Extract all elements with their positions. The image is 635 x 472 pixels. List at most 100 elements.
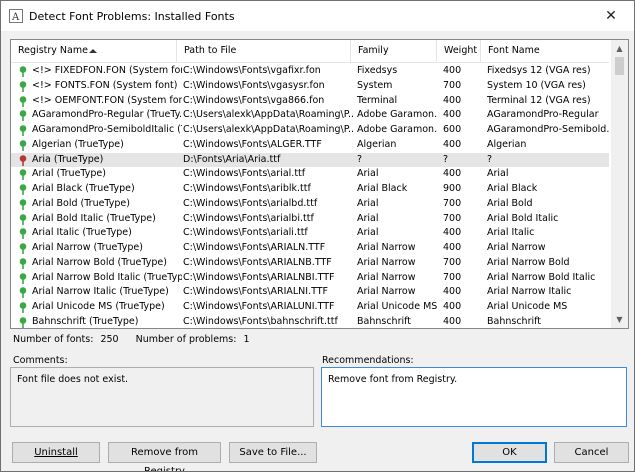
cancel-button[interactable]: Cancel: [554, 442, 629, 463]
scroll-thumb[interactable]: [615, 57, 624, 75]
font-name-cell: Bahnschrift: [487, 315, 542, 327]
button-label: Cancel: [574, 447, 609, 458]
registry-name-cell: <!> OEMFONT.FON (System font): [32, 94, 182, 106]
column-label: Path to File: [184, 45, 237, 56]
registry-name-cell: Arial Narrow Italic (TrueType): [32, 286, 169, 298]
scroll-down-icon[interactable]: ▼: [611, 311, 628, 328]
column-weight[interactable]: Weight: [437, 40, 481, 62]
family-cell: Arial: [357, 227, 379, 239]
weight-cell: ?: [443, 153, 449, 165]
ok-status-icon: [19, 184, 27, 195]
table-row[interactable]: <!> FONTS.FON (System font) C:\Windows\Fo…: [11, 79, 609, 94]
comments-box[interactable]: Font file does not exist.: [10, 367, 314, 427]
ok-status-icon: [19, 80, 27, 92]
remove-from-registry-button[interactable]: Remove from Registry: [108, 442, 221, 471]
ok-status-icon: [19, 125, 27, 136]
table-row[interactable]: Arial Bold Italic (TrueType) C:\Windows\F…: [11, 212, 609, 227]
table-row[interactable]: Arial Bold (TrueType) C:\Windows\Fonts\ar…: [11, 197, 609, 212]
weight-cell: 600: [443, 124, 462, 135]
family-cell: Fixedsys: [357, 65, 398, 76]
column-label: Registry Name: [18, 45, 88, 56]
path-cell: C:\Windows\Fonts\ARIALNBI.TTF: [183, 271, 335, 283]
weight-cell: 400: [443, 227, 462, 239]
close-icon[interactable]: ✕: [588, 1, 634, 31]
path-cell: C:\Windows\Fonts\vgasysr.fon: [183, 79, 325, 91]
button-label: OK: [502, 447, 517, 458]
column-registry-name[interactable]: Registry Name: [11, 40, 177, 62]
table-row[interactable]: Bahnschrift (TrueType) C:\Windows\Fonts\b…: [11, 315, 609, 328]
registry-name-cell: Arial Unicode MS (TrueType): [32, 301, 165, 312]
ok-status-icon: [19, 243, 27, 254]
path-cell: C:\Windows\Fonts\ALGER.TTF: [183, 138, 322, 150]
path-cell: C:\Windows\Fonts\vga866.fon: [183, 94, 325, 106]
column-path-to-file[interactable]: Path to File: [177, 40, 351, 62]
path-cell: C:\Windows\Fonts\bahnschrift.ttf: [183, 315, 338, 327]
path-cell: C:\Windows\Fonts\ARIALN.TTF: [183, 242, 326, 253]
font-name-cell: Arial Narrow: [487, 242, 546, 253]
table-row[interactable]: Arial Narrow (TrueType) C:\Windows\Fonts\…: [11, 241, 609, 256]
ok-status-icon: [19, 272, 27, 284]
font-name-cell: Arial: [487, 168, 509, 180]
scroll-up-icon[interactable]: ▲: [611, 40, 628, 57]
table-row[interactable]: Arial Italic (TrueType) C:\Windows\Fonts\…: [11, 226, 609, 241]
vertical-scrollbar[interactable]: ▲ ▼: [611, 40, 628, 328]
family-cell: Arial Narrow: [357, 256, 416, 268]
table-row[interactable]: Aria (TrueType) D:\Fonts\Aria\Aria.ttf???: [11, 152, 609, 168]
table-row[interactable]: Arial Narrow Bold Italic (TrueType) C:\Wi…: [11, 271, 609, 286]
family-cell: Arial Unicode MS: [357, 301, 437, 312]
ok-button[interactable]: OK: [472, 442, 547, 463]
window-title: Detect Font Problems: Installed Fonts: [29, 10, 235, 23]
weight-cell: 400: [443, 138, 462, 150]
font-name-cell: AGaramondPro-Semibold...: [487, 124, 609, 135]
path-cell: C:\Windows\Fonts\ARIALNI.TTF: [183, 286, 329, 298]
table-row[interactable]: Arial Unicode MS (TrueType) C:\Windows\Fo…: [11, 300, 609, 315]
registry-name-cell: AGaramondPro-SemiboldItalic (Tr...: [32, 124, 182, 135]
uninstall-button[interactable]: Uninstall: [12, 442, 100, 463]
family-cell: System: [357, 79, 393, 91]
font-name-cell: Arial Black: [487, 183, 538, 194]
registry-name-cell: <!> FONTS.FON (System font): [32, 79, 178, 91]
ok-status-icon: [19, 316, 27, 328]
table-row[interactable]: Arial Narrow Italic (TrueType) C:\Windows…: [11, 285, 609, 300]
registry-name-cell: Arial Bold Italic (TrueType): [32, 212, 156, 224]
table-row[interactable]: AGaramondPro-SemiboldItalic (Tr... C:\Use…: [11, 123, 609, 138]
weight-cell: 900: [443, 183, 462, 194]
table-row[interactable]: <!> OEMFONT.FON (System font) C:\Windows\…: [11, 94, 609, 109]
list-rows: <!> FIXEDFON.FON (System font) C:\Windows…: [11, 64, 609, 328]
button-label: Save to File...: [239, 447, 307, 458]
family-cell: Arial Narrow: [357, 242, 416, 253]
list-header: Registry Name Path to File Family Weight…: [11, 40, 609, 63]
font-name-cell: Fixedsys 12 (VGA res): [487, 65, 591, 76]
table-row[interactable]: Arial (TrueType) C:\Windows\Fonts\arial.t…: [11, 167, 609, 182]
registry-name-cell: Bahnschrift (TrueType): [32, 315, 139, 327]
font-name-cell: Arial Narrow Bold: [487, 256, 570, 268]
registry-name-cell: Arial Narrow (TrueType): [32, 242, 143, 253]
column-family[interactable]: Family: [351, 40, 437, 62]
weight-cell: 700: [443, 79, 462, 91]
weight-cell: 700: [443, 256, 462, 268]
ok-status-icon: [19, 213, 27, 225]
save-to-file-button[interactable]: Save to File...: [229, 442, 317, 463]
font-list[interactable]: Registry Name Path to File Family Weight…: [10, 39, 629, 329]
table-row[interactable]: AGaramondPro-Regular (TrueTy... C:\Users\…: [11, 108, 609, 123]
font-name-cell: Arial Italic: [487, 227, 535, 239]
path-cell: C:\Windows\Fonts\vgafixr.fon: [183, 65, 321, 76]
weight-cell: 400: [443, 94, 462, 106]
table-row[interactable]: Arial Black (TrueType) C:\Windows\Fonts\a…: [11, 182, 609, 197]
table-row[interactable]: <!> FIXEDFON.FON (System font) C:\Windows…: [11, 64, 609, 79]
family-cell: Bahnschrift: [357, 315, 412, 327]
statistics: Number of fonts: 250 Number of problems:…: [13, 334, 254, 345]
registry-name-cell: Arial Italic (TrueType): [32, 227, 132, 239]
table-row[interactable]: Algerian (TrueType) C:\Windows\Fonts\ALGE…: [11, 138, 609, 153]
weight-cell: 400: [443, 301, 462, 312]
family-cell: Algerian: [357, 138, 397, 150]
recommendations-box[interactable]: Remove font from Registry.: [321, 367, 627, 427]
path-cell: C:\Windows\Fonts\arialbd.ttf: [183, 197, 318, 209]
table-row[interactable]: Arial Narrow Bold (TrueType) C:\Windows\F…: [11, 256, 609, 271]
button-label: Remove from Registry: [130, 447, 199, 472]
ok-status-icon: [19, 228, 27, 240]
ok-status-icon: [19, 110, 27, 122]
column-label: Weight: [444, 45, 478, 56]
column-font-name[interactable]: Font Name: [481, 40, 609, 62]
sort-ascending-icon: [89, 49, 97, 53]
